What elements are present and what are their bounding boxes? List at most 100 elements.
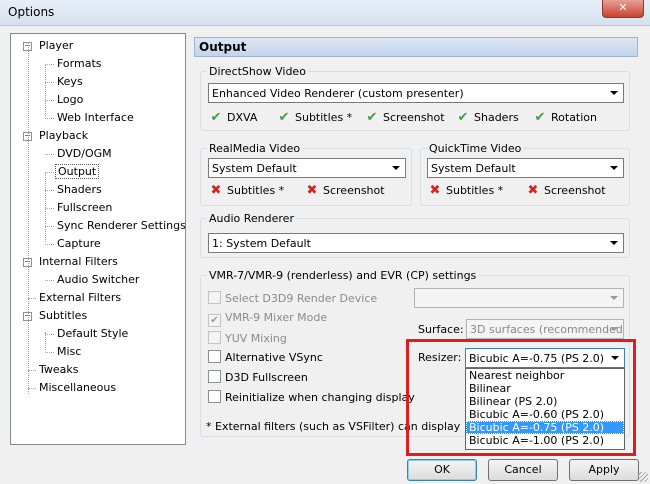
tree-item[interactable]: Sync Renderer Settings xyxy=(55,218,188,234)
tree-item[interactable]: Logo xyxy=(55,92,85,108)
resize-grip-icon[interactable] xyxy=(638,472,648,482)
check-icon: ✔ xyxy=(366,110,378,125)
tree-item[interactable]: DVD/OGM xyxy=(55,146,114,162)
select-value: 3D surfaces (recommended) xyxy=(470,323,624,336)
chevron-down-icon xyxy=(610,296,618,300)
select-value: System Default xyxy=(212,162,297,175)
tree-item-label: Subtitles xyxy=(39,309,88,322)
tree-item[interactable]: Audio Switcher xyxy=(55,272,141,288)
options-tree[interactable]: Player − Formats Keys Logo Web Interface Playb… xyxy=(10,33,186,445)
cap-label: Subtitles * xyxy=(227,184,285,197)
check-icon: ✔ xyxy=(534,110,546,125)
checkbox-box xyxy=(208,370,221,383)
chevron-down-icon xyxy=(392,166,400,170)
tree-connector xyxy=(45,244,54,245)
checkbox-label: VMR-9 Mixer Mode xyxy=(225,311,328,324)
tree-item-label: Sync Renderer Settings xyxy=(57,219,186,232)
cap-rm-subtitles: ✖ Subtitles * xyxy=(208,183,285,199)
d3d-fullscreen-checkbox[interactable]: D3D Fullscreen xyxy=(208,370,308,385)
chevron-down-icon xyxy=(610,166,618,170)
tree-connector xyxy=(28,298,36,299)
cancel-button[interactable]: Cancel xyxy=(488,459,558,481)
cap-label: Screenshot xyxy=(323,184,385,197)
tree-item-label: Playback xyxy=(39,129,89,142)
tree-item-label: Fullscreen xyxy=(57,201,113,214)
cap-label: Screenshot xyxy=(383,111,445,124)
tree-item-label: Internal Filters xyxy=(39,255,118,268)
cross-icon: ✖ xyxy=(210,183,222,198)
tree-connector xyxy=(45,208,54,209)
surface-select[interactable]: 3D surfaces (recommended) xyxy=(466,319,624,339)
reinit-display-checkbox[interactable]: Reinitialize when changing display xyxy=(208,390,415,405)
checkbox-label: Select D3D9 Render Device xyxy=(225,292,378,305)
tree-item[interactable]: Playback xyxy=(37,128,90,144)
cap-label: Subtitles * xyxy=(446,184,504,197)
page-title-text: Output xyxy=(199,40,247,54)
chevron-down-icon xyxy=(610,327,618,331)
realmedia-renderer-select[interactable]: System Default xyxy=(208,158,406,178)
tree-item-label: Capture xyxy=(57,237,101,250)
tree-item[interactable]: Web Interface xyxy=(55,110,136,126)
check-icon: ✔ xyxy=(278,110,290,125)
apply-button[interactable]: Apply xyxy=(569,459,639,481)
tree-item[interactable]: Miscellaneous xyxy=(37,380,118,396)
tree-item[interactable]: External Filters xyxy=(37,290,123,306)
tree-item[interactable]: Fullscreen xyxy=(55,200,114,216)
chevron-down-icon xyxy=(610,91,618,95)
tree-item[interactable]: Tweaks xyxy=(37,362,81,378)
checkmark-icon: ✔ xyxy=(208,314,221,327)
yuv-mixing-checkbox[interactable]: YUV Mixing xyxy=(208,331,287,346)
tree-connector xyxy=(45,334,54,335)
d3d9-device-select[interactable] xyxy=(414,288,624,308)
audio-renderer-select[interactable]: 1: System Default xyxy=(208,233,624,253)
cross-icon: ✖ xyxy=(306,183,318,198)
tree-connector xyxy=(45,154,54,155)
tree-connector xyxy=(45,172,54,173)
tree-item-label: Formats xyxy=(57,57,102,70)
tree-connector xyxy=(28,370,36,371)
alt-vsync-checkbox[interactable]: Alternative VSync xyxy=(208,350,323,365)
tree-item[interactable]: Formats xyxy=(55,56,104,72)
close-button[interactable]: ✕ xyxy=(602,0,644,18)
surface-label: Surface: xyxy=(418,323,464,336)
tree-connector xyxy=(45,64,54,65)
tree-item[interactable]: Internal Filters xyxy=(37,254,120,270)
tree-item[interactable]: Keys xyxy=(55,74,85,90)
cap-qt-screenshot: ✖ Screenshot xyxy=(525,183,606,199)
tree-item-label: Misc xyxy=(57,345,82,358)
check-icon: ✔ xyxy=(457,110,469,125)
tree-item-label: Tweaks xyxy=(39,363,79,376)
tree-item[interactable]: Subtitles xyxy=(37,308,89,324)
cap-qt-subtitles: ✖ Subtitles * xyxy=(427,183,504,199)
tree-connector xyxy=(45,280,54,281)
cap-subtitles: ✔ Subtitles * xyxy=(276,110,353,126)
tree-item[interactable]: Misc xyxy=(55,344,83,360)
cap-label: Rotation xyxy=(551,111,598,124)
tree-item[interactable]: Player xyxy=(37,38,75,54)
tree-item-label: Shaders xyxy=(57,183,102,196)
tree-item[interactable]: Output xyxy=(55,164,100,180)
page-title: Output xyxy=(194,37,638,57)
quicktime-renderer-select[interactable]: System Default xyxy=(427,158,624,178)
ok-button[interactable]: OK xyxy=(407,459,477,481)
tree-item-label: Output xyxy=(55,164,100,179)
annotation-highlight-box xyxy=(406,339,636,456)
checkbox-label: Alternative VSync xyxy=(225,351,323,364)
close-icon: ✕ xyxy=(618,1,628,14)
group-title: RealMedia Video xyxy=(207,142,303,155)
group-title: QuickTime Video xyxy=(427,142,524,155)
tree-connector xyxy=(45,190,54,191)
vmr9-mixer-checkbox[interactable]: ✔ VMR-9 Mixer Mode xyxy=(208,311,327,327)
tree-item[interactable]: Default Style xyxy=(55,326,130,342)
tree-item[interactable]: Shaders xyxy=(55,182,104,198)
tree-connector xyxy=(45,172,46,242)
cap-label: Screenshot xyxy=(544,184,606,197)
cap-screenshot: ✔ Screenshot xyxy=(364,110,445,126)
select-value: Enhanced Video Renderer (custom presente… xyxy=(212,87,464,100)
tree-item-label: Logo xyxy=(57,93,84,106)
tree-item[interactable]: Capture xyxy=(55,236,103,252)
select-d3d9-checkbox[interactable]: Select D3D9 Render Device xyxy=(208,291,377,306)
directshow-renderer-select[interactable]: Enhanced Video Renderer (custom presente… xyxy=(208,83,624,103)
checkbox-label: YUV Mixing xyxy=(225,332,287,345)
checkbox-box xyxy=(208,331,221,344)
